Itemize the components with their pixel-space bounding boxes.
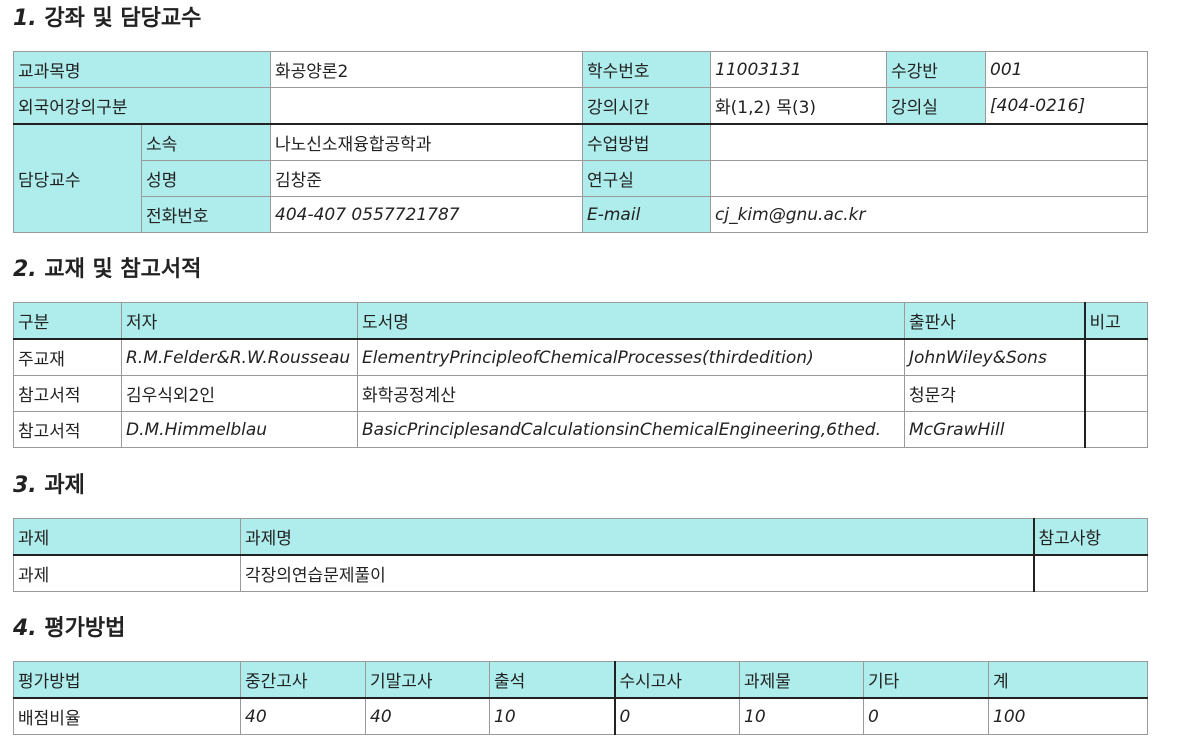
class-label: 수강반	[886, 51, 986, 88]
teaching-method-label: 수업방법	[582, 123, 711, 161]
assignments-table: 과제 과제명 참고사항 과제 각장의연습문제풀이	[13, 518, 1148, 592]
grading-ratio-label: 배점비율	[13, 697, 241, 735]
office-label: 연구실	[582, 160, 711, 197]
assignment-type: 과제	[13, 554, 241, 592]
grading-value-attendance: 10	[489, 697, 615, 735]
book-title: 화학공정계산	[357, 375, 905, 412]
class-value: 001	[985, 51, 1148, 88]
course-info-table: 교과목명 화공양론2 학수번호 11003131 수강반 001 외국어강의구분…	[13, 51, 1148, 233]
lecture-time-value: 화(1,2) 목(3)	[710, 87, 887, 125]
lecture-room-value: [404-0216]	[985, 87, 1148, 125]
column-header: 출석	[489, 661, 615, 699]
table-row: 배점비율 40 40 10 0 10 0 100	[13, 697, 1148, 735]
column-header: 비고	[1083, 302, 1148, 340]
email-label: E-mail	[582, 196, 711, 233]
grading-value-assignment: 10	[739, 697, 864, 735]
book-author: D.M.Himmelblau	[121, 411, 358, 448]
department-label: 소속	[141, 123, 271, 161]
table-row: 과제 각장의연습문제풀이	[13, 554, 1148, 592]
email-value[interactable]: cj_kim@gnu.ac.kr	[710, 196, 1148, 233]
book-author: 김우식외2인	[121, 375, 358, 412]
column-header: 과제명	[240, 518, 1034, 556]
table-row: 참고서적 D.M.Himmelblau BasicPrinciplesandCa…	[13, 411, 1148, 448]
foreign-lecture-label: 외국어강의구분	[13, 87, 271, 125]
column-header: 수시고사	[613, 661, 740, 699]
section-number: 3.	[13, 473, 37, 498]
book-type: 주교재	[13, 338, 122, 376]
book-note	[1083, 338, 1148, 376]
grading-table: 평가방법 중간고사 기말고사 출석 수시고사 과제물 기타 계 배점비율 40 …	[13, 661, 1148, 735]
grading-value-final: 40	[365, 697, 490, 735]
professor-name-label: 성명	[141, 160, 271, 197]
grading-value-total: 100	[988, 697, 1148, 735]
section-number: 2.	[13, 257, 37, 282]
course-code-label: 학수번호	[582, 51, 711, 88]
professor-label: 담당교수	[13, 123, 142, 233]
table-row: 전화번호 404-407 0557721787 E-mail cj_kim@gn…	[14, 196, 1148, 233]
column-header: 도서명	[357, 302, 905, 340]
assignment-name: 각장의연습문제풀이	[240, 554, 1034, 592]
section-title-grading: 4. 평가방법	[13, 614, 125, 644]
grading-value-etc: 0	[863, 697, 989, 735]
grading-value-midterm: 40	[240, 697, 366, 735]
book-note	[1083, 375, 1148, 412]
column-header: 평가방법	[13, 661, 241, 699]
course-code-value: 11003131	[710, 51, 887, 88]
book-publisher: JohnWiley&Sons	[904, 338, 1085, 376]
table-header-row: 구분 저자 도서명 출판사 비고	[13, 302, 1148, 340]
section-title-text: 교재 및 참고서적	[44, 257, 202, 282]
course-name-label: 교과목명	[13, 51, 271, 88]
column-header: 기말고사	[365, 661, 490, 699]
section-title-assignments: 3. 과제	[13, 471, 85, 501]
book-note	[1083, 411, 1148, 448]
phone-value: 404-407 0557721787	[270, 196, 583, 233]
department-value: 나노신소재융합공학과	[270, 123, 583, 161]
phone-label: 전화번호	[141, 196, 271, 233]
table-row: 주교재 R.M.Felder&R.W.Rousseau ElementryPri…	[13, 338, 1148, 376]
column-header: 기타	[863, 661, 989, 699]
office-value	[710, 160, 1148, 197]
column-header: 출판사	[904, 302, 1085, 340]
section-number: 4.	[13, 616, 37, 641]
column-header: 구분	[13, 302, 122, 340]
column-header: 참고사항	[1032, 518, 1148, 556]
column-header: 저자	[121, 302, 358, 340]
table-row: 담당교수 소속 나노신소재융합공학과 수업방법	[13, 123, 1148, 233]
column-header: 중간고사	[240, 661, 366, 699]
section-number: 1.	[13, 6, 37, 31]
book-author: R.M.Felder&R.W.Rousseau	[121, 338, 358, 376]
professor-name-value: 김창준	[270, 160, 583, 197]
section-title-text: 강좌 및 담당교수	[44, 6, 202, 31]
column-header: 계	[988, 661, 1148, 699]
table-row: 성명 김창준 연구실	[14, 160, 1148, 197]
table-header-row: 과제 과제명 참고사항	[13, 518, 1148, 556]
book-title: BasicPrinciplesandCalculationsinChemical…	[357, 411, 905, 448]
section-title-text: 과제	[44, 473, 85, 498]
table-row: 외국어강의구분 강의시간 화(1,2) 목(3) 강의실 [404-0216]	[13, 87, 1148, 125]
foreign-lecture-value	[270, 87, 583, 125]
section-title-course: 1. 강좌 및 담당교수	[13, 4, 201, 34]
book-publisher: 청문각	[904, 375, 1085, 412]
book-title: ElementryPrincipleofChemicalProcesses(th…	[357, 338, 905, 376]
column-header: 과제	[13, 518, 241, 556]
books-table: 구분 저자 도서명 출판사 비고 주교재 R.M.Felder&R.W.Rous…	[13, 302, 1148, 448]
course-name-value: 화공양론2	[270, 51, 583, 88]
table-row: 참고서적 김우식외2인 화학공정계산 청문각	[13, 375, 1148, 412]
grading-value-quiz: 0	[613, 697, 740, 735]
lecture-time-label: 강의시간	[582, 87, 711, 125]
book-type: 참고서적	[13, 375, 122, 412]
table-row: 교과목명 화공양론2 학수번호 11003131 수강반 001	[13, 51, 1148, 88]
book-publisher: McGrawHill	[904, 411, 1085, 448]
teaching-method-value	[710, 123, 1148, 161]
book-type: 참고서적	[13, 411, 122, 448]
assignment-note	[1032, 554, 1148, 592]
lecture-room-label: 강의실	[886, 87, 986, 125]
section-title-text: 평가방법	[44, 616, 126, 641]
section-title-books: 2. 교재 및 참고서적	[13, 255, 201, 285]
table-header-row: 평가방법 중간고사 기말고사 출석 수시고사 과제물 기타 계	[13, 661, 1148, 699]
column-header: 과제물	[739, 661, 864, 699]
